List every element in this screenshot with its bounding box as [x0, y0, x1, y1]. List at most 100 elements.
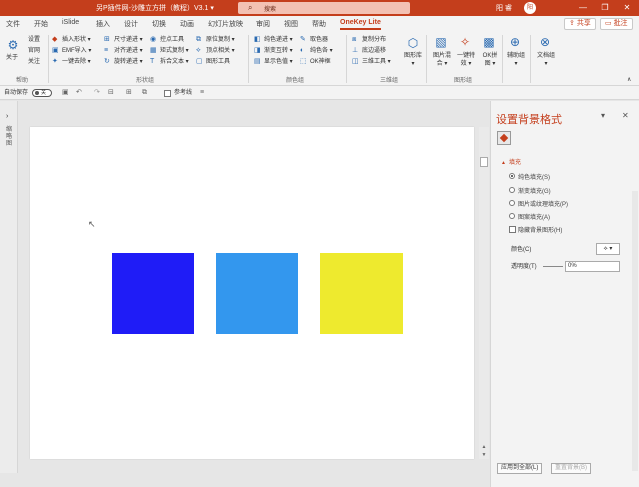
eyedropper-button[interactable]: 取色器: [310, 36, 328, 44]
color-picker-button[interactable]: ⟡ ▾: [596, 243, 620, 255]
comment-button[interactable]: ▭ 批注: [600, 18, 633, 30]
document-group-button[interactable]: 文档组 ▾: [536, 52, 556, 68]
yellow-square[interactable]: [320, 253, 403, 334]
tab-onekey-lite[interactable]: OneKey Lite: [340, 19, 381, 30]
one-click-effect-button[interactable]: 一键特效 ▾: [456, 52, 476, 68]
gradient-fill-label: 渐变填充(G): [518, 189, 551, 195]
group-separator: [48, 35, 49, 83]
ok-frame-button[interactable]: OK神框: [310, 58, 331, 66]
quick-access-toolbar: 自动保存 关 ▣ ↶ ↷ ⊟ ⊞ ⧉ 参考线 ≡: [0, 86, 639, 100]
solid-each-button[interactable]: 纯色各 ▾: [310, 47, 333, 55]
solid-fill-radio[interactable]: [509, 173, 515, 179]
format-background-pane: 设置背景格式 ▾ ✕ 填充 纯色填充(S) 渐变填充(G) 图片或纹理填充(P)…: [490, 101, 639, 487]
one-click-effect-icon: ✧: [459, 35, 471, 49]
maximize-button[interactable]: ❐: [596, 2, 614, 14]
tab-insert[interactable]: 插入: [96, 19, 110, 29]
pattern-fill-radio[interactable]: [509, 213, 515, 219]
insert-shape-button[interactable]: 插入形状 ▾: [62, 36, 91, 44]
pane-close-icon[interactable]: ✕: [622, 111, 629, 120]
assist-group-button[interactable]: 辅助组 ▾: [506, 52, 526, 68]
settings-button[interactable]: 设置: [28, 36, 40, 44]
vertical-scrollbar[interactable]: ▲ ▼: [479, 127, 489, 459]
rotate-step-button[interactable]: 旋转递进 ▾: [114, 58, 143, 66]
handle-tool-button[interactable]: 控点工具: [160, 36, 184, 44]
autosave-label: 自动保存: [4, 90, 29, 96]
transparency-slider[interactable]: [543, 266, 563, 267]
pane-options-icon[interactable]: ▾: [601, 111, 605, 120]
undo-icon[interactable]: ↶: [76, 89, 82, 97]
scroll-up-icon[interactable]: ▲: [480, 443, 488, 451]
about-button[interactable]: 关于: [6, 54, 18, 62]
tab-file[interactable]: 文件: [6, 19, 20, 29]
autosave-toggle[interactable]: 关: [32, 89, 52, 97]
avatar[interactable]: 阳: [524, 2, 536, 14]
copy-distribute-icon: ⧈: [352, 36, 357, 43]
comment-icon: ▭: [605, 20, 614, 27]
pane-scrollbar[interactable]: [632, 191, 638, 471]
website-button[interactable]: 官网: [28, 47, 40, 55]
vertex-button[interactable]: 顶点相关 ▾: [206, 47, 235, 55]
about-icon: ⚙: [7, 38, 19, 52]
tab-islide[interactable]: iSlide: [62, 19, 79, 26]
tab-design[interactable]: 设计: [124, 19, 138, 29]
picture-mix-icon: ▧: [435, 35, 447, 49]
customize-toolbar-icon[interactable]: ≡: [200, 89, 204, 97]
emf-import-button[interactable]: EMF导入 ▾: [62, 47, 91, 55]
group-separator: [426, 35, 427, 83]
show-color-value-button[interactable]: 显示色值 ▾: [264, 58, 293, 66]
apply-to-all-button[interactable]: 应用到全部(L): [497, 463, 543, 474]
in-place-copy-button[interactable]: 原位复制 ▾: [206, 36, 235, 44]
reset-background-button[interactable]: 重置背景(B): [551, 463, 591, 474]
reference-line-checkbox[interactable]: [164, 90, 171, 97]
tab-animations[interactable]: 动画: [180, 19, 194, 29]
close-button[interactable]: ✕: [618, 2, 636, 14]
thumbnail-label[interactable]: 缩略图: [6, 127, 14, 148]
shape-tools-button[interactable]: 图形工具: [206, 58, 230, 66]
ok-puzzle-button[interactable]: OK拼图 ▾: [480, 52, 500, 68]
save-icon[interactable]: ▣: [62, 89, 69, 97]
hide-bg-graphics-checkbox[interactable]: [509, 226, 516, 233]
tab-home[interactable]: 开始: [34, 19, 48, 29]
align-step-button[interactable]: 对齐递进 ▾: [114, 47, 143, 55]
copy-distribute-button[interactable]: 复制分布: [362, 36, 386, 44]
slide[interactable]: ↖: [30, 127, 474, 459]
bottom-move-button[interactable]: 底边逼移: [362, 47, 386, 55]
align-icon[interactable]: ⊟: [108, 89, 114, 97]
picture-fill-radio[interactable]: [509, 200, 515, 206]
shape-library-button[interactable]: 图形库 ▾: [404, 52, 422, 68]
chevron-down-icon: ▾: [609, 246, 613, 252]
title-bar: 另P插件网-沙雕立方拼（教程）V3.1 ▾ ⌕ 搜索 阳 睿 阳 — ❐ ✕: [0, 0, 639, 16]
share-button[interactable]: ⇪ 共享: [564, 18, 596, 30]
blue-square[interactable]: [112, 253, 194, 334]
fill-section-header[interactable]: 填充: [501, 157, 521, 166]
gradient-fill-radio[interactable]: [509, 187, 515, 193]
picture-mix-button[interactable]: 图片混合 ▾: [432, 52, 452, 68]
expand-thumbnails-icon[interactable]: ›: [6, 113, 8, 120]
redo-icon[interactable]: ↷: [94, 89, 100, 97]
collapse-ribbon-icon[interactable]: ∧: [627, 76, 631, 84]
split-text-button[interactable]: 拆合文本 ▾: [160, 58, 189, 66]
transparency-input[interactable]: 0%: [565, 261, 620, 272]
minimize-button[interactable]: —: [574, 2, 592, 14]
matrix-copy-button[interactable]: 矩式复制 ▾: [160, 47, 189, 55]
solid-step-button[interactable]: 纯色递进 ▾: [264, 36, 293, 44]
tab-help[interactable]: 帮助: [312, 19, 326, 29]
light-blue-square[interactable]: [216, 253, 298, 334]
user-name[interactable]: 阳 睿: [496, 3, 512, 13]
tab-review[interactable]: 审阅: [256, 19, 270, 29]
follow-button[interactable]: 关注: [28, 58, 40, 66]
tab-transitions[interactable]: 切换: [152, 19, 166, 29]
one-click-remove-button[interactable]: 一键去除 ▾: [62, 58, 91, 66]
scrollbar-thumb[interactable]: [480, 157, 488, 167]
fill-icon[interactable]: [497, 131, 511, 145]
tab-view[interactable]: 视图: [284, 19, 298, 29]
group-icon[interactable]: ⧉: [142, 89, 147, 97]
scroll-down-icon[interactable]: ▼: [480, 451, 488, 459]
tab-slideshow[interactable]: 幻灯片放映: [208, 19, 243, 29]
distribute-icon[interactable]: ⊞: [126, 89, 132, 97]
size-step-button[interactable]: 尺寸递进 ▾: [114, 36, 143, 44]
gradient-convert-button[interactable]: 渐变互转 ▾: [264, 47, 293, 55]
search-box[interactable]: ⌕ 搜索: [238, 2, 410, 14]
shape-tools-icon: ▢: [196, 58, 203, 65]
three-d-tools-button[interactable]: 三维工具 ▾: [362, 58, 391, 66]
